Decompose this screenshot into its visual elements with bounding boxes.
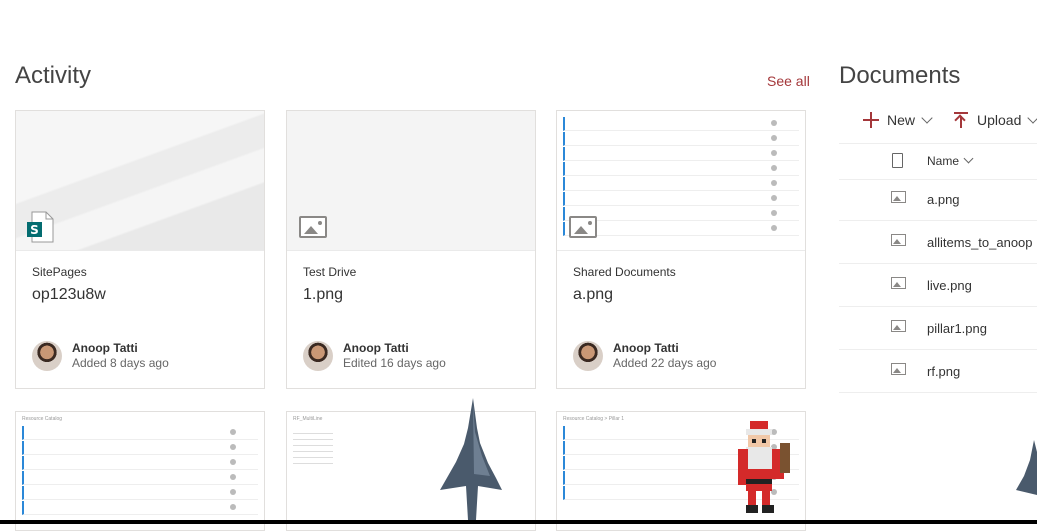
document-name[interactable]: rf.png <box>927 364 960 379</box>
document-name[interactable]: pillar1.png <box>927 321 987 336</box>
preview-title: Resource Catalog > Pillar 1 <box>563 416 625 422</box>
activity-card-sitepages[interactable]: S SitePages op123u8w Anoop Tatti Added 8… <box>15 110 265 389</box>
image-icon <box>299 216 327 238</box>
avatar <box>32 341 62 371</box>
preview-lines <box>293 428 333 468</box>
see-all-link[interactable]: See all <box>767 73 810 89</box>
svg-text:S: S <box>30 223 39 237</box>
card-thumbnail: S <box>16 111 264 251</box>
card-action-time: Edited 16 days ago <box>343 356 446 370</box>
activity-card-shared-documents[interactable]: Shared Documents a.png Anoop Tatti Added… <box>556 110 806 389</box>
chevron-down-icon <box>921 111 933 124</box>
christmas-tree-icon <box>440 398 502 520</box>
preview-list <box>563 117 799 237</box>
new-button[interactable]: New <box>863 111 933 128</box>
document-row[interactable]: live.png <box>839 264 1037 307</box>
avatar <box>573 341 603 371</box>
image-file-icon <box>891 277 906 289</box>
card-file-name[interactable]: 1.png <box>303 286 343 304</box>
file-type-icon[interactable] <box>892 153 903 168</box>
image-file-icon <box>891 234 906 246</box>
activity-card-lower-1[interactable]: Resource Catalog <box>15 411 265 531</box>
card-author[interactable]: Anoop Tatti <box>72 341 138 355</box>
image-file-icon <box>891 320 906 332</box>
card-author[interactable]: Anoop Tatti <box>613 341 679 355</box>
chevron-down-icon <box>963 153 974 164</box>
upload-label: Upload <box>977 112 1022 128</box>
card-file-name[interactable]: op123u8w <box>32 286 106 304</box>
card-file-name[interactable]: a.png <box>573 286 613 304</box>
preview-title: Resource Catalog <box>22 416 63 422</box>
document-name[interactable]: a.png <box>927 192 960 207</box>
activity-title: Activity <box>15 62 92 89</box>
preview-title: RF_MultiLine <box>293 416 323 422</box>
bottom-edge-bar <box>0 520 1037 524</box>
card-site-name: Test Drive <box>303 265 357 279</box>
documents-column-header: Name <box>839 143 1037 180</box>
document-name[interactable]: allitems_to_anoop <box>927 235 1033 250</box>
document-row[interactable]: rf.png <box>839 350 1037 393</box>
image-icon <box>569 216 597 238</box>
chevron-down-icon <box>1027 111 1037 124</box>
sharepoint-page-icon: S <box>27 211 54 243</box>
document-row[interactable]: a.png <box>839 178 1037 221</box>
avatar <box>303 341 333 371</box>
card-action-time: Added 8 days ago <box>72 356 169 370</box>
activity-card-test-drive[interactable]: Test Drive 1.png Anoop Tatti Edited 16 d… <box>286 110 536 389</box>
name-column-label: Name <box>927 154 960 168</box>
document-name[interactable]: live.png <box>927 278 972 293</box>
christmas-tree-icon <box>1016 440 1037 495</box>
plus-icon <box>863 112 879 128</box>
card-action-time: Added 22 days ago <box>613 356 717 370</box>
card-site-name: SitePages <box>32 265 87 279</box>
new-label: New <box>887 112 916 128</box>
card-thumbnail: Resource Catalog <box>16 412 264 530</box>
documents-title: Documents <box>839 62 961 89</box>
document-row[interactable]: allitems_to_anoop <box>839 221 1037 264</box>
document-row[interactable]: pillar1.png <box>839 307 1037 350</box>
card-author[interactable]: Anoop Tatti <box>343 341 409 355</box>
image-file-icon <box>891 363 906 375</box>
card-thumbnail <box>557 111 805 251</box>
image-file-icon <box>891 191 906 203</box>
upload-button[interactable]: Upload <box>954 111 1037 128</box>
preview-list <box>22 426 258 516</box>
card-site-name: Shared Documents <box>573 265 676 279</box>
documents-toolbar: New Upload <box>839 108 1037 142</box>
name-column-header[interactable]: Name <box>927 153 974 168</box>
santa-icon <box>738 421 790 513</box>
card-thumbnail <box>287 111 535 251</box>
upload-icon <box>954 112 968 128</box>
